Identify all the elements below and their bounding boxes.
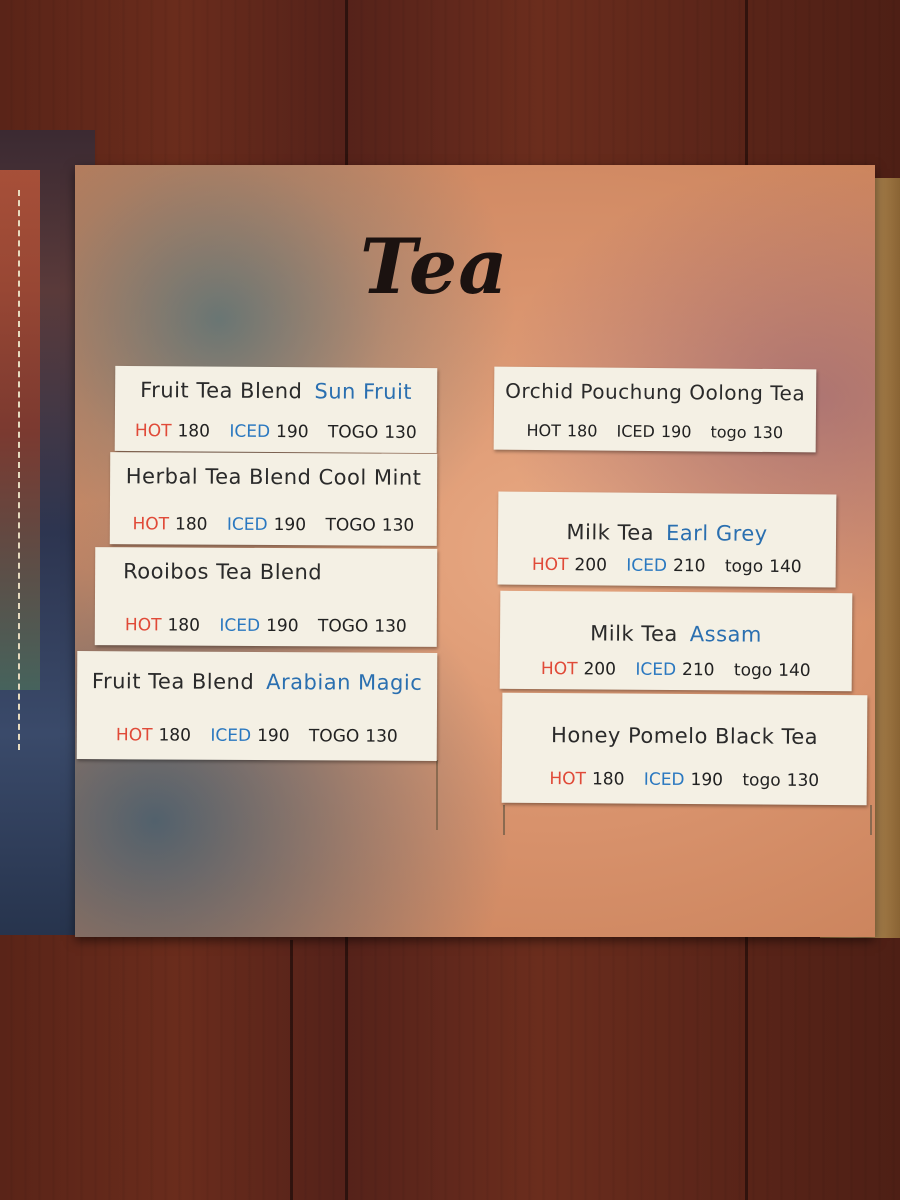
tea-name: Herbal Tea Blend Cool Mint (125, 464, 422, 490)
iced-price: 210 (682, 660, 715, 681)
hot-label: HOT (526, 420, 562, 441)
hot-label: HOT (134, 421, 172, 442)
togo-price: 130 (381, 515, 415, 536)
iced-price: 190 (690, 770, 724, 791)
togo-label: togo (710, 422, 747, 442)
hot-label: HOT (115, 725, 153, 746)
hot-price: 180 (158, 725, 192, 746)
togo-price: 130 (374, 616, 407, 637)
togo-price: 130 (752, 422, 784, 443)
card-thread (870, 805, 872, 835)
hot-price: 200 (574, 555, 608, 576)
hot-price: 180 (167, 615, 201, 636)
tea-name: Fruit Tea Blend (140, 378, 303, 404)
togo-price: 130 (365, 726, 398, 747)
menu-card-left-1: Fruit Tea Blend Sun Fruit HOT 180 ICED 190 … (114, 365, 438, 454)
hot-label: HOT (124, 615, 162, 636)
tea-name: Rooibos Tea Blend (123, 559, 323, 585)
iced-price: 190 (660, 422, 692, 442)
iced-price: 190 (266, 616, 299, 637)
hot-price: 180 (566, 421, 598, 441)
hot-price: 180 (591, 769, 625, 790)
hot-label: HOT (540, 659, 578, 680)
iced-label: ICED (635, 659, 677, 681)
hot-price: 200 (583, 659, 617, 680)
iced-label: ICED (643, 769, 685, 791)
iced-label: ICED (229, 421, 271, 442)
tea-name: Orchid Pouchung Oolong Tea (505, 378, 806, 406)
iced-price: 190 (257, 726, 290, 747)
togo-label: togo (733, 660, 773, 681)
hot-price: 180 (174, 514, 208, 535)
togo-label: TOGO (327, 422, 379, 443)
togo-label: TOGO (325, 515, 376, 536)
tea-variant: Sun Fruit (314, 379, 413, 404)
card-thread (503, 805, 505, 835)
card-thread (436, 760, 438, 830)
iced-label: ICED (226, 514, 268, 535)
togo-label: togo (742, 770, 781, 791)
tea-variant: Assam (689, 622, 763, 647)
togo-label: TOGO (308, 726, 360, 747)
menu-card-right-3: Milk Tea Assam HOT 200 ICED 210 togo 140 (499, 590, 853, 692)
menu-card-left-3: Rooibos Tea Blend HOT 180 ICED 190 TOGO 130 (94, 547, 438, 647)
menu-card-right-4: Honey Pomelo Black Tea HOT 180 ICED 190 to… (501, 692, 868, 806)
iced-label: ICED (210, 725, 252, 746)
togo-price: 130 (786, 770, 820, 791)
menu-card-right-2: Milk Tea Earl Grey HOT 200 ICED 210 togo 140 (497, 491, 837, 588)
tea-name: Honey Pomelo Black Tea (550, 723, 819, 749)
hot-price: 180 (177, 421, 211, 442)
menu-card-left-4: Fruit Tea Blend Arabian Magic HOT 180 ICED… (76, 651, 438, 761)
menu-title: Tea (360, 222, 509, 311)
menu-card-right-1: Orchid Pouchung Oolong Tea HOT 180 ICED 19… (493, 366, 817, 453)
hot-label: HOT (549, 769, 587, 790)
table-plank-seam (290, 940, 293, 1200)
togo-label: TOGO (317, 616, 369, 637)
iced-price: 190 (276, 422, 309, 443)
hot-label: HOT (132, 514, 170, 535)
iced-price: 190 (273, 515, 307, 536)
iced-price: 210 (672, 556, 706, 577)
tea-variant: Arabian Magic (266, 670, 423, 695)
tea-name: Fruit Tea Blend (91, 669, 255, 694)
tea-variant: Earl Grey (665, 520, 768, 546)
togo-price: 130 (384, 422, 417, 443)
hot-label: HOT (531, 554, 569, 576)
menu-card-left-2: Herbal Tea Blend Cool Mint HOT 180 ICED 19… (109, 452, 438, 546)
binding-stitch (18, 190, 50, 750)
tea-name: Milk Tea (566, 520, 655, 545)
togo-label: togo (724, 556, 764, 577)
iced-label: ICED (616, 421, 655, 441)
iced-label: ICED (219, 615, 261, 636)
togo-price: 140 (769, 556, 802, 578)
togo-price: 140 (778, 660, 811, 681)
tea-name: Milk Tea (590, 621, 678, 647)
iced-label: ICED (626, 555, 668, 577)
